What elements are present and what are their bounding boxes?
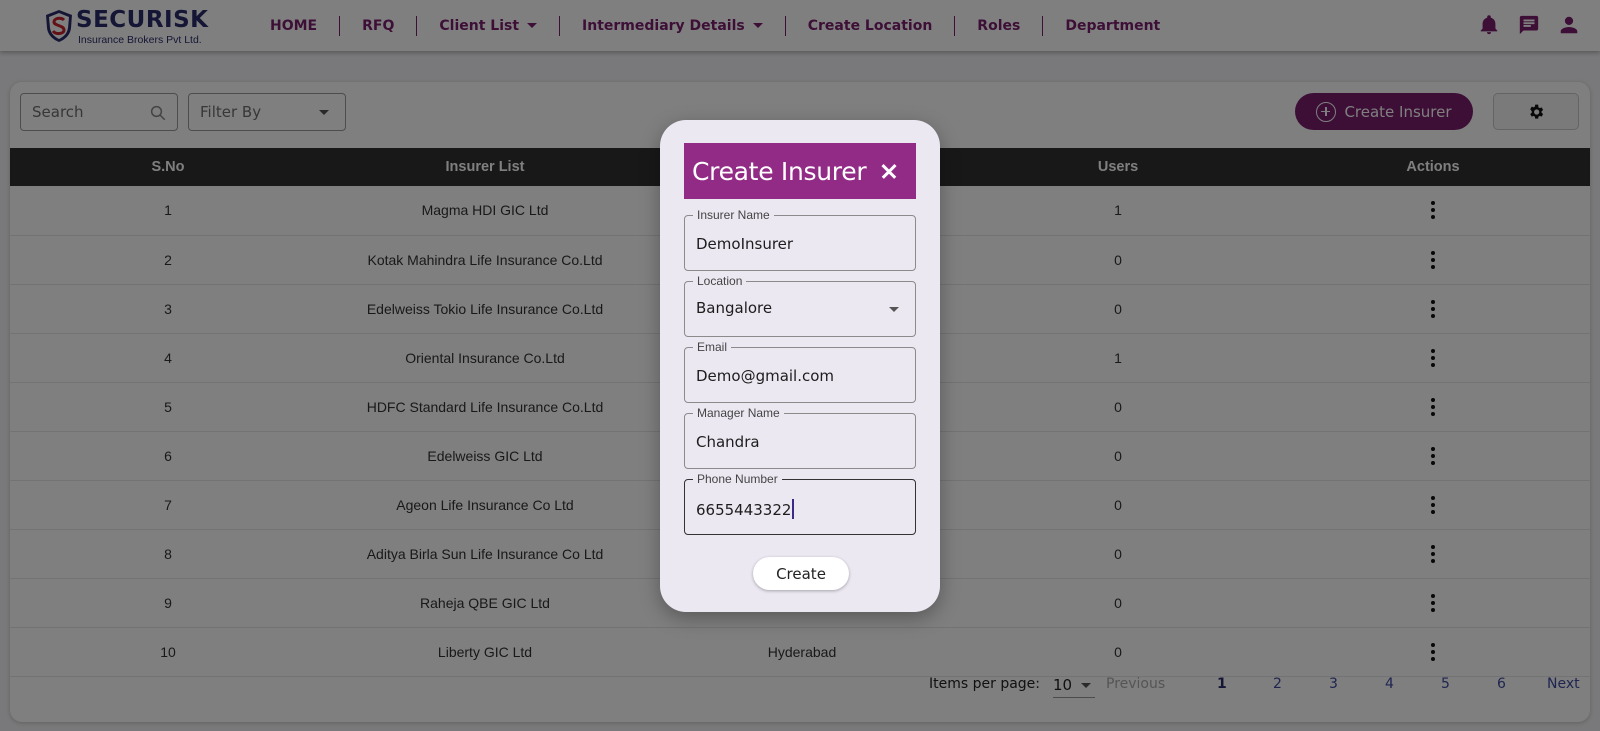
location-label: Location (693, 274, 747, 288)
close-icon[interactable] (878, 160, 900, 182)
text-cursor (792, 499, 794, 519)
insurer-name-label: Insurer Name (693, 208, 774, 222)
create-insurer-modal: Create Insurer Insurer Name DemoInsurer … (660, 120, 940, 612)
manager-name-field[interactable]: Manager Name Chandra (684, 406, 916, 469)
location-value: Bangalore (696, 299, 773, 317)
phone-number-input-text: 6655443322 (696, 499, 794, 519)
phone-number-label: Phone Number (693, 472, 782, 486)
insurer-name-value: DemoInsurer (696, 235, 794, 253)
modal-title: Create Insurer (692, 156, 867, 186)
insurer-name-field[interactable]: Insurer Name DemoInsurer (684, 208, 916, 271)
manager-name-value: Chandra (696, 433, 760, 451)
caret-down-icon (889, 307, 899, 312)
phone-number-field[interactable]: Phone Number 6655443322 (684, 472, 916, 535)
modal-header: Create Insurer (684, 143, 916, 199)
email-label: Email (693, 340, 732, 354)
email-value: Demo@gmail.com (696, 367, 835, 385)
phone-number-value: 6655443322 (696, 501, 792, 519)
manager-name-label: Manager Name (693, 406, 784, 420)
create-submit-button[interactable]: Create (753, 557, 849, 590)
location-select[interactable]: Location Bangalore (684, 274, 916, 337)
email-field[interactable]: Email Demo@gmail.com (684, 340, 916, 403)
